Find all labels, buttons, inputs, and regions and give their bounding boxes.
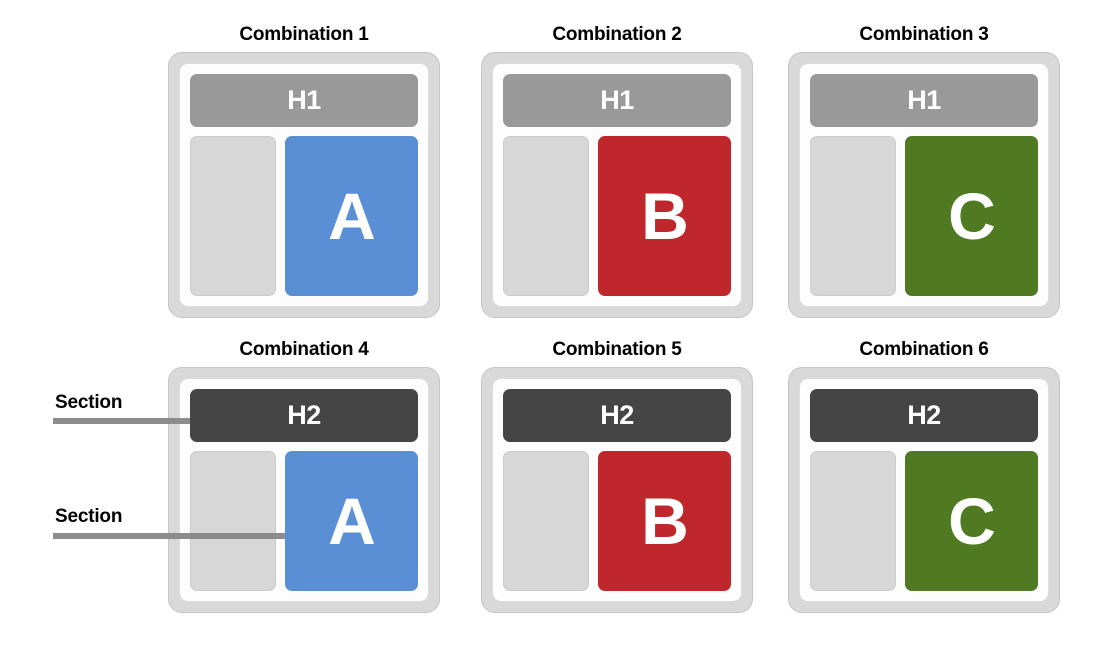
- side-panel[interactable]: [810, 136, 896, 296]
- combination-card-2[interactable]: Combination 2 H1 B: [481, 24, 753, 318]
- diagram-canvas: Combination 1 H1 A Combination 2 H1 B Co…: [0, 0, 1110, 668]
- content-row: B: [503, 451, 731, 591]
- card-title: Combination 3: [859, 24, 989, 45]
- device-frame: H1 C: [788, 52, 1060, 318]
- content-row: B: [503, 136, 731, 296]
- side-panel[interactable]: [810, 451, 896, 591]
- device-screen: H1 A: [179, 63, 429, 307]
- content-row: C: [810, 451, 1038, 591]
- device-screen: H2 B: [492, 378, 742, 602]
- side-panel[interactable]: [503, 451, 589, 591]
- card-title: Combination 1: [239, 24, 369, 45]
- device-frame: H1 B: [481, 52, 753, 318]
- combination-card-6[interactable]: Combination 6 H2 C: [788, 339, 1060, 613]
- header-bar[interactable]: H2: [190, 389, 418, 442]
- content-block[interactable]: A: [285, 136, 418, 296]
- content-row: A: [190, 136, 418, 296]
- device-frame: H2 A: [168, 367, 440, 613]
- device-screen: H1 B: [492, 63, 742, 307]
- side-panel[interactable]: [190, 136, 276, 296]
- annotation-label-section-header: Section: [55, 392, 123, 413]
- device-screen: H1 C: [799, 63, 1049, 307]
- side-panel[interactable]: [190, 451, 276, 591]
- combination-card-5[interactable]: Combination 5 H2 B: [481, 339, 753, 613]
- header-bar[interactable]: H1: [810, 74, 1038, 127]
- card-title: Combination 6: [859, 339, 989, 360]
- header-bar[interactable]: H2: [503, 389, 731, 442]
- content-row: C: [810, 136, 1038, 296]
- device-screen: H2 C: [799, 378, 1049, 602]
- combination-card-1[interactable]: Combination 1 H1 A: [168, 24, 440, 318]
- device-frame: H2 B: [481, 367, 753, 613]
- content-row: A: [190, 451, 418, 591]
- card-title: Combination 2: [552, 24, 682, 45]
- header-bar[interactable]: H1: [503, 74, 731, 127]
- annotation-label-section-block: Section: [55, 506, 123, 527]
- content-block[interactable]: C: [905, 136, 1038, 296]
- device-screen: H2 A: [179, 378, 429, 602]
- card-title: Combination 4: [239, 339, 369, 360]
- content-block[interactable]: B: [598, 136, 731, 296]
- device-frame: H2 C: [788, 367, 1060, 613]
- content-block[interactable]: B: [598, 451, 731, 591]
- device-frame: H1 A: [168, 52, 440, 318]
- side-panel[interactable]: [503, 136, 589, 296]
- combination-card-4[interactable]: Combination 4 H2 A: [168, 339, 440, 613]
- content-block[interactable]: A: [285, 451, 418, 591]
- header-bar[interactable]: H1: [190, 74, 418, 127]
- card-title: Combination 5: [552, 339, 682, 360]
- header-bar[interactable]: H2: [810, 389, 1038, 442]
- combination-card-3[interactable]: Combination 3 H1 C: [788, 24, 1060, 318]
- content-block[interactable]: C: [905, 451, 1038, 591]
